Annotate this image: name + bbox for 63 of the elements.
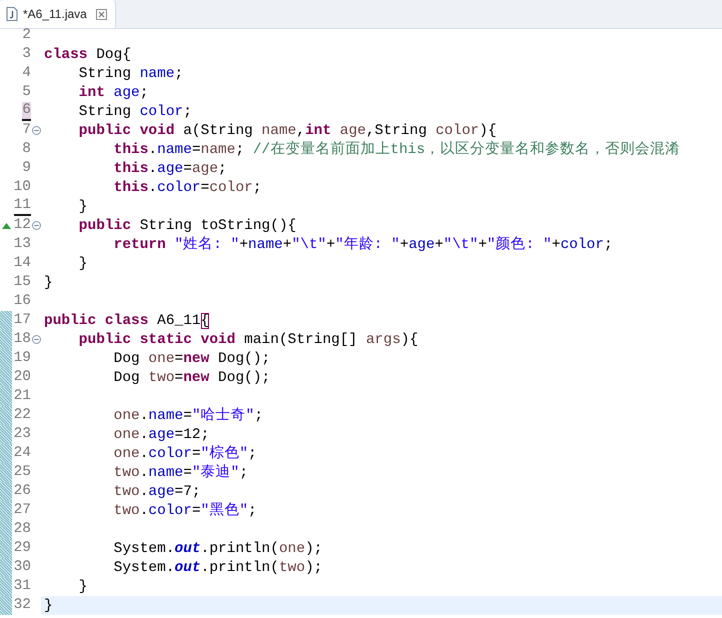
line-number: 22 [14, 407, 31, 424]
code-line: class Dog{ [44, 46, 132, 64]
code-line: two.age=7; [112, 482, 201, 500]
line-number: 20 [14, 369, 31, 386]
code-line: } [78, 198, 88, 216]
line-number: 4 [22, 65, 31, 82]
line-number: 23 [14, 426, 31, 443]
java-file-icon [6, 7, 18, 21]
code-line: one.name="哈士奇"; [112, 406, 264, 424]
code-line: Dog two=new Dog(); [112, 368, 270, 386]
line-number: 24 [14, 445, 31, 462]
code-line: String color; [78, 102, 192, 120]
line-number: 6 [22, 102, 31, 121]
line-number: 13 [14, 236, 31, 253]
line-number: 28 [14, 521, 31, 538]
line-number: 17 [14, 312, 31, 329]
line-number: 14 [14, 255, 31, 272]
line-number: 3 [22, 46, 31, 63]
line-number: 8 [22, 141, 31, 158]
line-number: 32 [14, 597, 31, 614]
line-number: 18 [14, 331, 31, 348]
code-line: Dog one=new Dog(); [112, 350, 270, 368]
code-line: one.age=12; [112, 426, 210, 444]
line-number: 29 [14, 540, 31, 557]
line-number: 10 [14, 179, 31, 196]
line-number: 11 [14, 197, 31, 216]
code-line: int age; [78, 84, 148, 102]
code-line: } [44, 274, 53, 292]
code-line: String name; [78, 64, 184, 82]
line-number: 25 [14, 464, 31, 481]
code-line: System.out.println(one); [112, 540, 322, 558]
code-line: one.color="棕色"; [112, 444, 257, 462]
collapse-icon[interactable] [32, 221, 41, 230]
line-number: 7 [22, 122, 31, 139]
code-line: two.color="黑色"; [112, 502, 257, 520]
collapse-icon[interactable] [32, 335, 41, 344]
code-line: this.age=age; [112, 160, 227, 178]
collapse-icon[interactable] [32, 126, 41, 135]
line-number: 2 [22, 27, 31, 44]
line-number: 9 [22, 160, 31, 177]
editor-tab[interactable]: *A6_11.java [0, 0, 116, 28]
line-number: 16 [14, 293, 31, 310]
line-number: 5 [22, 84, 31, 101]
code-line: two.name="泰迪"; [112, 464, 248, 482]
code-line: public static void main(String[] args){ [78, 330, 418, 348]
line-number: 26 [14, 483, 31, 500]
line-number: 21 [14, 388, 31, 405]
code-line: public String toString(){ [78, 216, 296, 234]
line-number: 12 [14, 217, 31, 234]
line-number: 27 [14, 502, 31, 519]
code-line: this.name=name; //在变量名前面加上this，以区分变量名和参数名，否则会混淆 [112, 140, 680, 158]
code-line: public void a(String name,int age,String color){ [78, 122, 497, 140]
code-line: System.out.println(two); [112, 558, 322, 576]
close-icon[interactable] [96, 8, 107, 20]
code-line: this.color=color; [112, 178, 262, 196]
code-line: } [78, 254, 88, 272]
code-line: return "姓名: "+name+"\t"+"年龄: "+age+"\t"+"颜色: "+color; [112, 236, 613, 254]
line-number: 31 [14, 578, 31, 595]
code-line: } [44, 596, 53, 614]
line-number: 30 [14, 559, 31, 576]
code-line: } [78, 578, 88, 596]
line-number: 19 [14, 350, 31, 367]
line-number: 15 [14, 274, 31, 291]
